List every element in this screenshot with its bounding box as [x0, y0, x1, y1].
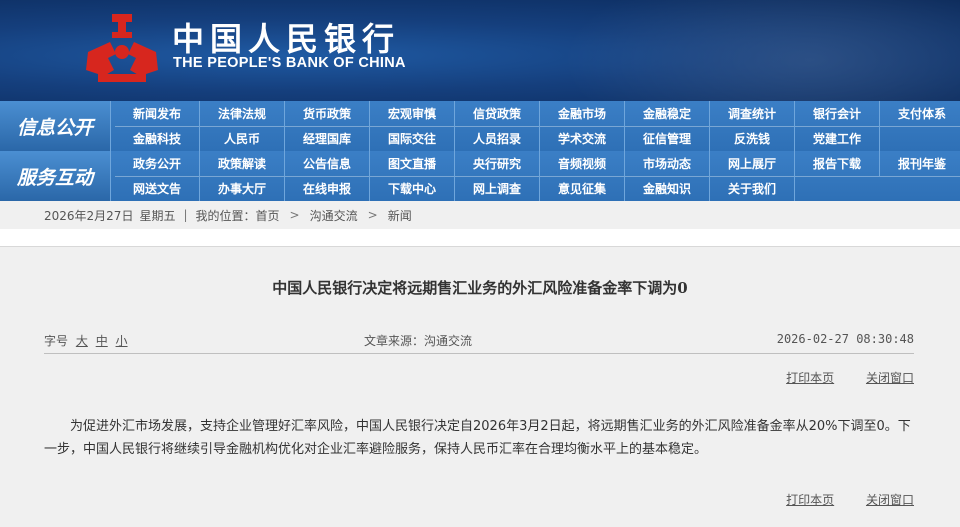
nav-item-government-affairs[interactable]: 政务公开 — [115, 151, 200, 176]
article-actions-bottom: 打印本页 关闭窗口 — [758, 491, 914, 508]
nav-section-label: 服务互动 — [0, 151, 111, 201]
breadcrumb-home-link[interactable]: 首页 — [256, 207, 280, 224]
nav-item-service-hall[interactable]: 办事大厅 — [200, 176, 285, 201]
logo-title-en: THE PEOPLE'S BANK OF CHINA — [173, 55, 406, 71]
nav-item-bank-accounting[interactable]: 银行会计 — [795, 101, 880, 126]
nav-item-financial-stability[interactable]: 金融稳定 — [625, 101, 710, 126]
close-window-link[interactable]: 关闭窗口 — [866, 371, 914, 385]
nav-item-opinion-collection[interactable]: 意见征集 — [540, 176, 625, 201]
nav-item-online-exhibition[interactable]: 网上展厅 — [710, 151, 795, 176]
nav-item-anti-money-laundering[interactable]: 反洗钱 — [710, 126, 795, 151]
nav-item-macro-prudential[interactable]: 宏观审慎 — [370, 101, 455, 126]
nav-item-notices[interactable]: 网送文告 — [115, 176, 200, 201]
article-source: 文章来源：沟通交流 — [364, 334, 473, 348]
nav-item-fintech[interactable]: 金融科技 — [115, 126, 200, 151]
current-date: 2026年2月27日 — [44, 208, 134, 223]
nav-item-payment-system[interactable]: 支付体系 — [880, 101, 960, 126]
breadcrumb: 2026年2月27日 星期五 | 我的位置： 首页 > 沟通交流 > 新闻 — [0, 201, 960, 229]
nav-section-label: 信息公开 — [0, 101, 111, 151]
nav-item-international[interactable]: 国际交往 — [370, 126, 455, 151]
print-page-link[interactable]: 打印本页 — [786, 493, 834, 507]
nav-item-statistics[interactable]: 调查统计 — [710, 101, 795, 126]
nav-item-academic[interactable]: 学术交流 — [540, 126, 625, 151]
nav-item-empty — [880, 176, 960, 201]
article-panel: 中国人民银行决定将远期售汇业务的外汇风险准备金率下调为0 字号 大 中 小 文章… — [0, 247, 960, 527]
breadcrumb-communication-link[interactable]: 沟通交流 — [310, 207, 358, 224]
location-label: 我的位置： — [195, 208, 256, 223]
nav-item-financial-knowledge[interactable]: 金融知识 — [625, 176, 710, 201]
nav-item-online-survey[interactable]: 网上调查 — [455, 176, 540, 201]
logo-title-cn: 中国人民银行 — [172, 20, 401, 58]
nav-item-credit-reference[interactable]: 征信管理 — [625, 126, 710, 151]
nav-item-announcements[interactable]: 公告信息 — [285, 151, 370, 176]
pboc-emblem-icon[interactable] — [84, 12, 160, 84]
nav-item-online-declaration[interactable]: 在线申报 — [285, 176, 370, 201]
nav-grid: 政务公开 政策解读 公告信息 图文直播 央行研究 音频视频 市场动态 网上展厅 … — [115, 151, 960, 201]
nav-item-party-building[interactable]: 党建工作 — [795, 126, 880, 151]
nav-item-news-release[interactable]: 新闻发布 — [115, 101, 200, 126]
nav-info-disclosure: 信息公开 新闻发布 法律法规 货币政策 宏观审慎 信贷政策 金融市场 金融稳定 … — [0, 101, 960, 151]
site-header: 中国人民银行 THE PEOPLE'S BANK OF CHINA — [0, 0, 960, 101]
breadcrumb-arrow: > — [289, 208, 300, 222]
nav-item-monetary-policy[interactable]: 货币政策 — [285, 101, 370, 126]
nav-item-laws[interactable]: 法律法规 — [200, 101, 285, 126]
nav-item-policy-interpretation[interactable]: 政策解读 — [200, 151, 285, 176]
breadcrumb-separator: | — [183, 208, 188, 222]
close-window-link[interactable]: 关闭窗口 — [866, 493, 914, 507]
nav-item-treasury[interactable]: 经理国库 — [285, 126, 370, 151]
meta-divider — [44, 353, 914, 354]
nav-item-empty — [880, 126, 960, 151]
font-size-small-link[interactable]: 小 — [116, 334, 128, 348]
nav-item-financial-market[interactable]: 金融市场 — [540, 101, 625, 126]
font-size-control: 字号 大 中 小 — [44, 332, 128, 349]
nav-item-empty — [795, 176, 880, 201]
nav-item-rmb[interactable]: 人民币 — [200, 126, 285, 151]
nav-item-audio-video[interactable]: 音频视频 — [540, 151, 625, 176]
breadcrumb-news-link[interactable]: 新闻 — [388, 207, 412, 224]
font-size-medium-link[interactable]: 中 — [96, 334, 108, 348]
nav-item-download-center[interactable]: 下载中心 — [370, 176, 455, 201]
header-glow — [560, 0, 960, 101]
font-size-large-link[interactable]: 大 — [76, 334, 88, 348]
article-meta: 字号 大 中 小 文章来源：沟通交流 2026-02-27 08:30:48 — [44, 332, 914, 352]
nav-item-market-dynamics[interactable]: 市场动态 — [625, 151, 710, 176]
nav-item-yearbooks[interactable]: 报刊年鉴 — [880, 151, 960, 176]
article-actions-top: 打印本页 关闭窗口 — [758, 369, 914, 386]
nav-item-report-download[interactable]: 报告下载 — [795, 151, 880, 176]
nav-service-interaction: 服务互动 政务公开 政策解读 公告信息 图文直播 央行研究 音频视频 市场动态 … — [0, 151, 960, 201]
nav-item-live-broadcast[interactable]: 图文直播 — [370, 151, 455, 176]
content-top-strip — [0, 229, 960, 247]
nav-item-recruitment[interactable]: 人员招录 — [455, 126, 540, 151]
breadcrumb-arrow: > — [367, 208, 378, 222]
article-body: 为促进外汇市场发展，支持企业管理好汇率风险，中国人民银行决定自2026年3月2日… — [44, 419, 911, 457]
font-size-label: 字号 — [44, 334, 69, 348]
nav-item-research[interactable]: 央行研究 — [455, 151, 540, 176]
nav-item-credit-policy[interactable]: 信贷政策 — [455, 101, 540, 126]
print-page-link[interactable]: 打印本页 — [786, 371, 834, 385]
article-datetime: 2026-02-27 08:30:48 — [776, 332, 914, 346]
nav-item-about-us[interactable]: 关于我们 — [710, 176, 795, 201]
nav-grid: 新闻发布 法律法规 货币政策 宏观审慎 信贷政策 金融市场 金融稳定 调查统计 … — [115, 101, 960, 151]
article-title: 中国人民银行决定将远期售汇业务的外汇风险准备金率下调为0 — [272, 279, 688, 297]
current-weekday: 星期五 — [139, 208, 176, 223]
